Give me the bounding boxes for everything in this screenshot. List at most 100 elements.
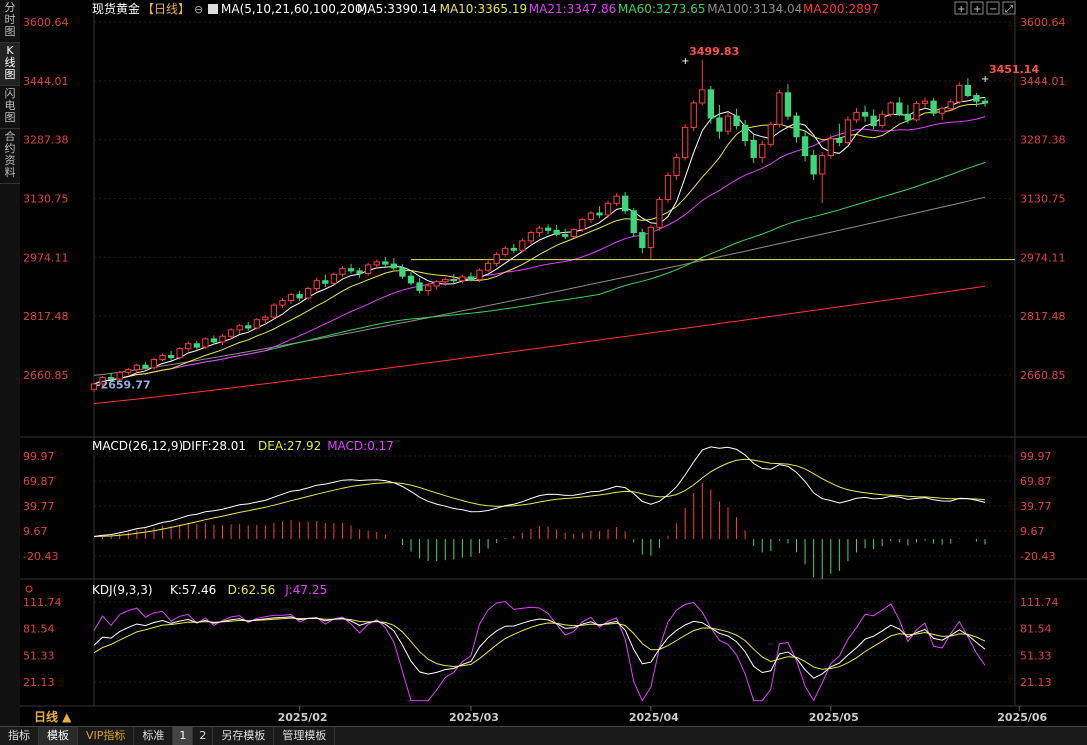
period-selector: 日线 ▲ — [34, 709, 72, 724]
candle-body — [879, 113, 886, 127]
indicator-icon — [208, 4, 218, 14]
candle-body — [330, 273, 338, 284]
candle-body — [904, 113, 912, 121]
candle-body — [356, 270, 363, 275]
macd-y-tick-right: 99.97 — [1020, 450, 1052, 463]
kdj-y-tick-right: 51.33 — [1020, 649, 1052, 662]
y-tick-label-left: 3444.01 — [23, 75, 69, 88]
candle-body — [416, 282, 423, 291]
candle-body — [236, 325, 243, 331]
tab-3[interactable]: 标准 — [134, 727, 174, 745]
candle-body — [801, 136, 809, 157]
annotation-marker: + — [981, 74, 989, 85]
sidebar-item-1[interactable]: K线图 — [0, 43, 20, 86]
macd-value-macd: MACD:0.17 — [327, 439, 394, 453]
candle-body — [527, 232, 535, 242]
candle-body — [287, 294, 295, 302]
candle-body — [716, 117, 723, 132]
candle-body — [270, 304, 278, 318]
y-tick-label-left: 3600.64 — [23, 16, 69, 29]
candle-body — [253, 319, 260, 329]
candle-body — [322, 280, 329, 284]
candle-body — [133, 364, 140, 371]
y-tick-label-left: 3130.75 — [23, 192, 69, 205]
candle-body — [433, 281, 440, 287]
candle-body — [544, 227, 552, 231]
tab-1[interactable]: 模板 — [39, 727, 78, 745]
y-tick-label-left: 2660.85 — [23, 369, 69, 382]
x-tick-label: 2025/03 — [449, 711, 499, 724]
candle-body — [656, 199, 663, 228]
candle-body — [502, 247, 509, 255]
candle-body — [305, 288, 312, 299]
y-tick-label-right: 3444.01 — [1020, 75, 1066, 88]
sidebar-item-3[interactable]: 合约资料 — [0, 129, 20, 184]
candle-body — [125, 369, 132, 373]
candle-body — [707, 89, 715, 119]
candle-body — [484, 262, 492, 271]
kdj-header: KDJ(9,3,3) — [92, 583, 153, 597]
macd-value-diff: DIFF:28.01 — [182, 439, 246, 453]
sidebar-item-label: 闪电图 — [4, 87, 16, 124]
sidebar-item-label: 分时图 — [4, 1, 16, 38]
candle-body — [313, 280, 320, 290]
ma-header: MA(5,10,21,60,100,200) — [221, 2, 367, 16]
tab-4[interactable]: 1 — [173, 727, 194, 745]
candle-body — [442, 279, 449, 283]
expand-icon-glyph: ⤢ — [1005, 4, 1013, 15]
candle-body — [185, 343, 192, 350]
macd-y-tick-right: 39.77 — [1020, 500, 1052, 513]
bottom-toolbar: 指标 模板 VIP指标 标准 1 2 另存模板 管理模板 — [0, 726, 1087, 745]
kdj-value-j: J:47.25 — [284, 583, 327, 597]
candle-body — [142, 364, 149, 369]
candle-body — [836, 138, 843, 143]
tab-7[interactable]: 管理模板 — [274, 727, 336, 745]
sidebar-item-0[interactable]: 分时图 — [0, 0, 20, 43]
candle-body — [510, 247, 517, 251]
sidebar-item-label: 合约资料 — [4, 130, 16, 179]
tab-0[interactable]: 指标 — [0, 727, 39, 745]
chart-area[interactable]: 3600.64 3600.64 3444.01 3444.01 3287.38 3287.… — [20, 0, 1087, 726]
candle-body — [193, 343, 200, 348]
macd-y-tick-right: 69.87 — [1020, 475, 1052, 488]
candle-body — [750, 140, 757, 158]
macd-y-tick-left: 39.77 — [23, 500, 55, 513]
macd-y-tick-left: -20.43 — [23, 550, 58, 563]
candle-body — [939, 108, 946, 114]
candle-body — [793, 115, 800, 138]
candle-body — [681, 126, 689, 158]
candle-body — [947, 101, 954, 110]
kdj-y-tick-right: 111.74 — [1020, 596, 1059, 609]
candle-body — [964, 84, 972, 96]
candle-body — [459, 276, 466, 282]
price-annotation: 3451.14 — [989, 63, 1039, 76]
candle-body — [579, 218, 586, 231]
macd-y-tick-right: -20.43 — [1020, 550, 1055, 563]
kdj-value-d: D:62.56 — [228, 583, 276, 597]
candle-body — [467, 276, 475, 281]
tab-2[interactable]: VIP指标 — [78, 727, 135, 745]
plus-box-icon-glyph: + — [973, 4, 981, 15]
candle-body — [570, 229, 577, 237]
sidebar-item-2[interactable]: 闪电图 — [0, 86, 20, 129]
tab-6[interactable]: 另存模板 — [213, 727, 275, 745]
price-annotation: -2659.77 — [96, 378, 151, 391]
candle-body — [741, 125, 749, 142]
crosshair-icon-glyph: + — [957, 4, 965, 15]
y-tick-label-right: 2974.11 — [1020, 251, 1066, 264]
candle-body — [373, 261, 380, 266]
candle-body — [347, 268, 355, 272]
candle-body — [930, 100, 937, 114]
kdj-y-tick-left: 81.54 — [23, 623, 55, 636]
y-tick-label-right: 3287.38 — [1020, 134, 1066, 147]
ma-value-ma100: MA100:3134.04 — [707, 2, 802, 16]
y-tick-label-left: 2974.11 — [23, 251, 69, 264]
y-tick-label-left: 3287.38 — [23, 134, 69, 147]
candle-body — [424, 285, 432, 291]
tab-5[interactable]: 2 — [193, 727, 214, 745]
candle-body — [210, 338, 218, 343]
candle-body — [407, 275, 415, 284]
candle-body — [604, 202, 612, 216]
candle-body — [724, 115, 732, 132]
candle-body — [913, 102, 920, 121]
